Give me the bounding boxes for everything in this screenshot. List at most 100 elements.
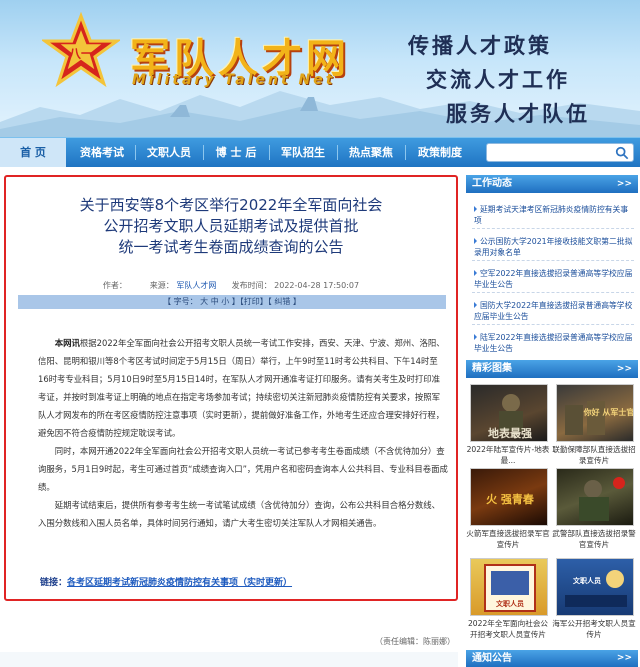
search-box: [486, 143, 634, 162]
search-input[interactable]: [493, 144, 613, 161]
news-item[interactable]: 空军2022年直接选拔招录普通高等学校应届毕业生公告: [474, 268, 634, 290]
responsible-editor: （责任编辑：陈丽娜）: [375, 637, 455, 646]
news-list: 延期考试天津考区新冠肺炎疫情防控有关事项 公示国防大学2021年接收技能文职第二…: [466, 194, 638, 359]
soldier-photo-icon: 地表最强: [488, 394, 532, 440]
nav-separator: [405, 145, 406, 160]
gallery-section-title: 精彩图集: [472, 363, 512, 374]
nav-item-postdoc[interactable]: 博 士 后: [205, 138, 267, 167]
army-star-emblem-icon: 八一: [42, 12, 120, 88]
author-label: 作者：: [102, 281, 127, 290]
related-link[interactable]: 各考区延期考试新冠肺炎疫情防控有关事项（实时更新）: [67, 578, 292, 588]
rocket-force-photo-icon: 火 强青春: [486, 492, 535, 506]
sidebar-gallery-header: 精彩图集 >>: [466, 360, 638, 378]
nav-separator: [337, 145, 338, 160]
notice-section-header: 通知公告 >>: [466, 650, 638, 667]
news-more-link[interactable]: >>: [617, 175, 632, 193]
news-item-text[interactable]: 国防大学2022年直接选拔招录普通高等学校应届毕业生公告: [474, 301, 632, 321]
gallery-thumbnail[interactable]: 你好 从军士官: [556, 384, 634, 442]
slogan-3: 服务人才队伍: [446, 101, 590, 126]
news-section-header: 工作动态 >>: [466, 175, 638, 193]
news-item-text[interactable]: 延期考试天津考区新冠肺炎疫情防控有关事项: [474, 205, 628, 225]
gallery-section-header: 精彩图集 >>: [466, 360, 638, 378]
time-label: 发布时间：: [231, 281, 272, 290]
thumbnail-art-text: 文职人员: [573, 576, 601, 585]
slogan-2: 交流人才工作: [426, 67, 570, 92]
gallery-thumbnail[interactable]: [556, 468, 634, 526]
article-meta: 作者： 来源： 军队人才网 发布时间： 2022-04-28 17:50:07: [6, 280, 456, 291]
divider: [472, 228, 634, 229]
article-title-line: 公开招考文职人员延期考试及提供首批: [103, 217, 359, 235]
article-title-line: 统一考试考生卷面成绩查询的公告: [118, 238, 344, 256]
bullet-arrow-icon: [474, 302, 477, 308]
divider: [472, 292, 634, 293]
nav-item-qualification-exam[interactable]: 资格考试: [70, 138, 134, 167]
search-icon[interactable]: [615, 146, 629, 160]
news-item[interactable]: 延期考试天津考区新冠肺炎疫情防控有关事项: [474, 204, 634, 226]
bullet-arrow-icon: [474, 238, 477, 244]
related-link-line: 链接：各考区延期考试新冠肺炎疫情防控有关事项（实时更新）: [40, 575, 292, 588]
link-label: 链接：: [40, 578, 68, 588]
notice-more-link[interactable]: >>: [617, 650, 632, 667]
nav-item-policy[interactable]: 政策制度: [407, 138, 473, 167]
source-label: 来源：: [149, 281, 174, 290]
nav-separator: [135, 145, 136, 160]
sidebar-news-header: 工作动态 >>: [466, 175, 638, 193]
nav-item-hot-topics[interactable]: 热点聚焦: [339, 138, 403, 167]
nav-item-home[interactable]: 首 页: [0, 138, 66, 167]
slogan-1: 传播人才政策: [408, 33, 552, 58]
footer-strip: [0, 652, 458, 667]
article-panel: 关于西安等8个考区举行2022年全军面向社会 公开招考文职人员延期考试及提供首批…: [4, 175, 458, 601]
gallery-caption[interactable]: 2022年全军面向社会公开招考文职人员宣传片: [466, 618, 550, 640]
gallery-caption[interactable]: 海军公开招考文职人员宣传片: [552, 618, 636, 640]
nav-separator: [203, 145, 204, 160]
source-link[interactable]: 军队人才网: [176, 281, 216, 290]
nav-separator: [269, 145, 270, 160]
thumbnail-art-text: 火 强青春: [486, 492, 535, 506]
lead-label: 本网讯: [54, 338, 80, 348]
article-toolbar[interactable]: 【 字号： 大 中 小 】【打印】【 纠错 】: [18, 295, 446, 309]
photo-gallery: 地表最强 你好 从军士官 2022年陆军宣传片-地表最... 联勤保障部队直接选…: [466, 378, 638, 648]
news-item[interactable]: 陆军2022年直接选拔招录普通高等学校应届毕业生公告: [474, 332, 634, 354]
notice-section-title: 通知公告: [472, 653, 512, 664]
news-item-text[interactable]: 公示国防大学2021年接收技能文职第二批拟录用对象名单: [474, 237, 632, 257]
news-item-text[interactable]: 空军2022年直接选拔招录普通高等学校应届毕业生公告: [474, 269, 632, 289]
gallery-thumbnail[interactable]: 火 强青春: [470, 468, 548, 526]
gallery-more-link[interactable]: >>: [617, 360, 632, 378]
article-title-line: 关于西安等8个考区举行2022年全军面向社会: [79, 196, 383, 214]
nav-item-military-enrollment[interactable]: 军队招生: [271, 138, 335, 167]
gallery-thumbnail[interactable]: 地表最强: [470, 384, 548, 442]
news-item[interactable]: 国防大学2022年直接选拔招录普通高等学校应届毕业生公告: [474, 300, 634, 322]
site-logo-english: Military Talent Net: [132, 72, 336, 88]
article-body: 本网讯根据2022年全军面向社会公开招考文职人员统一考试工作安排，西安、天津、宁…: [38, 334, 448, 532]
nav-item-civilian-staff[interactable]: 文职人员: [137, 138, 201, 167]
armed-police-photo-icon: [579, 477, 625, 521]
thumbnail-art-text: 你好 从军士官: [583, 407, 634, 417]
paragraph-text: 根据2022年全军面向社会公开招考文职人员统一考试工作安排，西安、天津、宁波、郑…: [38, 338, 445, 438]
bullet-arrow-icon: [474, 206, 477, 212]
publish-time: 2022-04-28 17:50:07: [274, 281, 360, 290]
divider: [472, 324, 634, 325]
news-item[interactable]: 公示国防大学2021年接收技能文职第二批拟录用对象名单: [474, 236, 634, 258]
divider: [472, 260, 634, 261]
gallery-thumbnail[interactable]: 文职人员: [556, 558, 634, 616]
gallery-caption[interactable]: 2022年陆军宣传片-地表最...: [466, 444, 550, 466]
gallery-caption[interactable]: 火箭军直接选拔招录军官宣传片: [466, 528, 550, 550]
gallery-caption[interactable]: 联勤保障部队直接选拔招录宣传片: [552, 444, 636, 466]
navy-poster-icon: 文职人员: [565, 570, 627, 607]
svg-text:八一: 八一: [68, 46, 94, 61]
article-paragraph: 同时，本网开通2022年全军面向社会公开招考文职人员统一考试已参考考生卷面成绩（…: [38, 446, 448, 492]
soldier-photo-icon: 你好 从军士官: [565, 401, 634, 435]
thumbnail-art-text: 文职人员: [496, 599, 524, 608]
thumbnail-art-text: 地表最强: [488, 426, 532, 440]
article-paragraph: 延期考试结束后，提供所有参考考生统一考试笔试成绩（含优待加分）查询，公布公共科目…: [38, 500, 441, 528]
article-title: 关于西安等8个考区举行2022年全军面向社会 公开招考文职人员延期考试及提供首批…: [26, 195, 436, 258]
recruitment-poster-icon: 文职人员: [484, 564, 536, 612]
gallery-caption[interactable]: 武警部队直接选拔招录警官宣传片: [552, 528, 636, 550]
sidebar-notice-header: 通知公告 >>: [466, 650, 638, 667]
bullet-arrow-icon: [474, 270, 477, 276]
news-section-title: 工作动态: [472, 178, 512, 189]
bullet-arrow-icon: [474, 334, 477, 340]
article-paragraph: 本网讯根据2022年全军面向社会公开招考文职人员统一考试工作安排，西安、天津、宁…: [38, 334, 448, 442]
gallery-thumbnail[interactable]: 文职人员: [470, 558, 548, 616]
news-item-text[interactable]: 陆军2022年直接选拔招录普通高等学校应届毕业生公告: [474, 333, 632, 353]
